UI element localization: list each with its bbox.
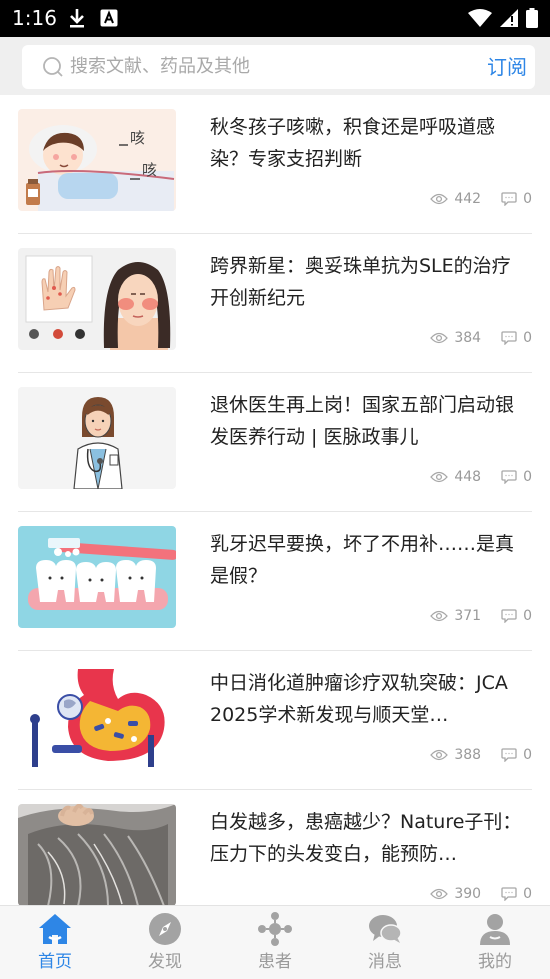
bottom-nav: 首页 发现 患者 消息 我的: [0, 905, 550, 979]
profile-icon: [480, 914, 510, 945]
eye-icon: [430, 888, 449, 900]
article-meta: 384 0: [430, 330, 532, 346]
article-list: 咳 咳 秋冬孩子咳嗽，积食还是呼吸道感染？专家支招判断 442 0 跨界新星：奥…: [0, 95, 550, 905]
comment-icon: [501, 192, 517, 206]
compass-icon: [149, 913, 181, 945]
article-title: 白发越多，患癌越少？Nature子刊：压力下的头发变白，能预防…: [210, 811, 522, 865]
view-count: 390: [454, 886, 482, 902]
subscribe-button[interactable]: 订阅: [487, 45, 527, 89]
thumb-text-cough-2: 咳: [142, 161, 157, 179]
article-thumbnail: [18, 248, 176, 350]
eye-icon: [430, 471, 449, 483]
status-left-icons: [68, 8, 118, 28]
view-count: 448: [454, 469, 482, 485]
article-meta: 371 0: [430, 608, 532, 624]
comment-icon: [501, 748, 517, 762]
nav-profile[interactable]: 我的: [440, 906, 550, 979]
home-icon: [39, 914, 71, 944]
article-item[interactable]: 乳牙迟早要换，坏了不用补……是真是假？ 371 0: [0, 512, 550, 651]
article-meta: 390 0: [430, 886, 532, 902]
view-count: 384: [454, 330, 482, 346]
download-icon: [70, 9, 84, 28]
search-header: 搜索文献、药品及其他 订阅: [0, 37, 550, 95]
doctor-illustration: [18, 387, 176, 489]
comment-count: 0: [523, 747, 532, 763]
article-thumbnail: [18, 526, 176, 628]
teeth-toothbrush-illustration: [18, 526, 176, 628]
font-app-icon: [100, 9, 118, 27]
nav-label: 消息: [368, 952, 402, 972]
article-title: 秋冬孩子咳嗽，积食还是呼吸道感染？专家支招判断: [210, 116, 496, 170]
comment-icon: [501, 609, 517, 623]
article-item[interactable]: 咳 咳 秋冬孩子咳嗽，积食还是呼吸道感染？专家支招判断 442 0: [0, 95, 550, 234]
article-meta: 388 0: [430, 747, 532, 763]
article-thumbnail: 咳 咳: [18, 109, 176, 211]
nav-label: 患者: [258, 952, 292, 972]
comment-count: 0: [523, 191, 532, 207]
lupus-rash-illustration: [18, 248, 176, 350]
nav-label: 发现: [148, 952, 182, 972]
comment-icon: [501, 331, 517, 345]
search-icon: [43, 57, 63, 77]
article-meta: 448 0: [430, 469, 532, 485]
signal-icon: [500, 9, 518, 27]
comment-count: 0: [523, 469, 532, 485]
eye-icon: [430, 610, 449, 622]
view-count: 388: [454, 747, 482, 763]
article-item[interactable]: 中日消化道肿瘤诊疗双轨突破：JCA 2025学术新发现与顺天堂… 388 0: [0, 651, 550, 790]
comment-icon: [501, 470, 517, 484]
search-placeholder: 搜索文献、药品及其他: [70, 56, 250, 77]
comment-count: 0: [523, 330, 532, 346]
chat-icon: [369, 915, 402, 943]
nav-patients[interactable]: 患者: [220, 906, 330, 979]
battery-icon: [526, 8, 538, 28]
status-bar: 1:16: [0, 0, 550, 37]
article-item[interactable]: 退休医生再上岗！国家五部门启动银发医养行动 | 医脉政事儿 448 0: [0, 373, 550, 512]
status-time: 1:16: [12, 6, 57, 30]
article-thumbnail: [18, 665, 176, 767]
eye-icon: [430, 749, 449, 761]
comment-count: 0: [523, 886, 532, 902]
child-cough-illustration: 咳 咳: [18, 109, 176, 211]
comment-icon: [501, 887, 517, 901]
nav-label: 首页: [38, 952, 72, 972]
nav-discover[interactable]: 发现: [110, 906, 220, 979]
article-thumbnail: [18, 804, 176, 905]
patients-icon: [258, 912, 292, 946]
wifi-icon: [468, 9, 492, 27]
article-title: 乳牙迟早要换，坏了不用补……是真是假？: [210, 533, 515, 587]
eye-icon: [430, 193, 449, 205]
view-count: 371: [454, 608, 482, 624]
eye-icon: [430, 332, 449, 344]
stomach-illustration: [18, 665, 176, 767]
article-thumbnail: [18, 387, 176, 489]
status-right-icons: [468, 8, 538, 28]
nav-home[interactable]: 首页: [0, 906, 110, 979]
article-meta: 442 0: [430, 191, 532, 207]
article-item[interactable]: 白发越多，患癌越少？Nature子刊：压力下的头发变白，能预防… 390 0: [0, 790, 550, 905]
nav-label: 我的: [478, 952, 512, 972]
article-title: 跨界新星：奥妥珠单抗为SLE的治疗开创新纪元: [210, 255, 511, 309]
article-title: 退休医生再上岗！国家五部门启动银发医养行动 | 医脉政事儿: [210, 394, 515, 448]
nav-messages[interactable]: 消息: [330, 906, 440, 979]
thumb-text-cough-1: 咳: [130, 129, 145, 147]
search-input[interactable]: 搜索文献、药品及其他 订阅: [22, 45, 535, 89]
gray-hair-photo: [18, 804, 176, 905]
view-count: 442: [454, 191, 482, 207]
article-item[interactable]: 跨界新星：奥妥珠单抗为SLE的治疗开创新纪元 384 0: [0, 234, 550, 373]
comment-count: 0: [523, 608, 532, 624]
article-title: 中日消化道肿瘤诊疗双轨突破：JCA 2025学术新发现与顺天堂…: [210, 672, 508, 726]
